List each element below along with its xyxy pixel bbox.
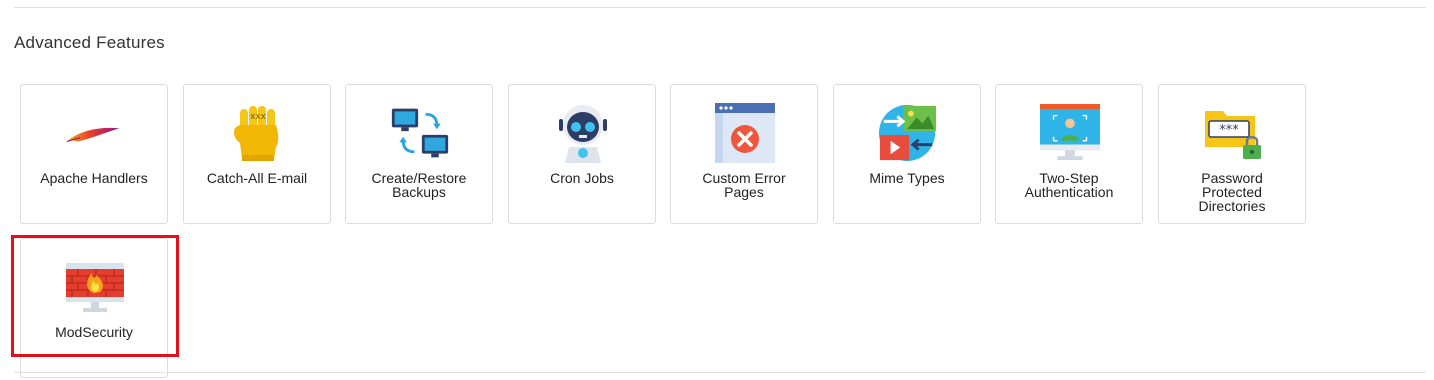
tile-catch-all-email[interactable]: xxx Catch-All E-mail — [183, 84, 331, 224]
catch-all-hand-icon: xxx — [228, 103, 288, 163]
highlight-box — [11, 235, 179, 357]
tile-label: Password Protected Directories — [1198, 170, 1266, 214]
features-grid: Apache Handlers xxx Catch-All E-mail Cre… — [0, 0, 1434, 380]
tile-label: Create/Restore Backups — [371, 170, 467, 200]
tile-password-protected-directories[interactable]: *** Password Protected Directories — [1158, 84, 1306, 224]
password-folder-icon: *** — [1203, 103, 1263, 163]
two-step-monitor-icon — [1040, 103, 1100, 163]
svg-text:xxx: xxx — [250, 112, 267, 122]
mime-types-icon — [878, 103, 938, 163]
tile-mime-types[interactable]: Mime Types — [833, 84, 981, 224]
tile-label: Custom Error Pages — [702, 170, 786, 200]
tile-label: Catch-All E-mail — [206, 170, 308, 186]
tile-cron-jobs[interactable]: Cron Jobs — [508, 84, 656, 224]
cron-robot-icon — [553, 103, 613, 163]
tile-label: Mime Types — [869, 170, 945, 186]
tile-custom-error-pages[interactable]: Custom Error Pages — [670, 84, 818, 224]
tile-apache-handlers[interactable]: Apache Handlers — [20, 84, 168, 224]
bottom-divider — [14, 372, 1426, 373]
tile-label: Two-Step Authentication — [1024, 170, 1114, 200]
svg-text:***: *** — [1219, 123, 1239, 138]
tile-label: Apache Handlers — [40, 170, 148, 186]
tile-two-step-authentication[interactable]: Two-Step Authentication — [995, 84, 1143, 224]
backup-computers-icon — [390, 103, 450, 163]
error-page-icon — [715, 103, 775, 163]
tile-create-restore-backups[interactable]: Create/Restore Backups — [345, 84, 493, 224]
apache-feather-icon — [65, 103, 125, 163]
tile-label: Cron Jobs — [550, 170, 614, 186]
